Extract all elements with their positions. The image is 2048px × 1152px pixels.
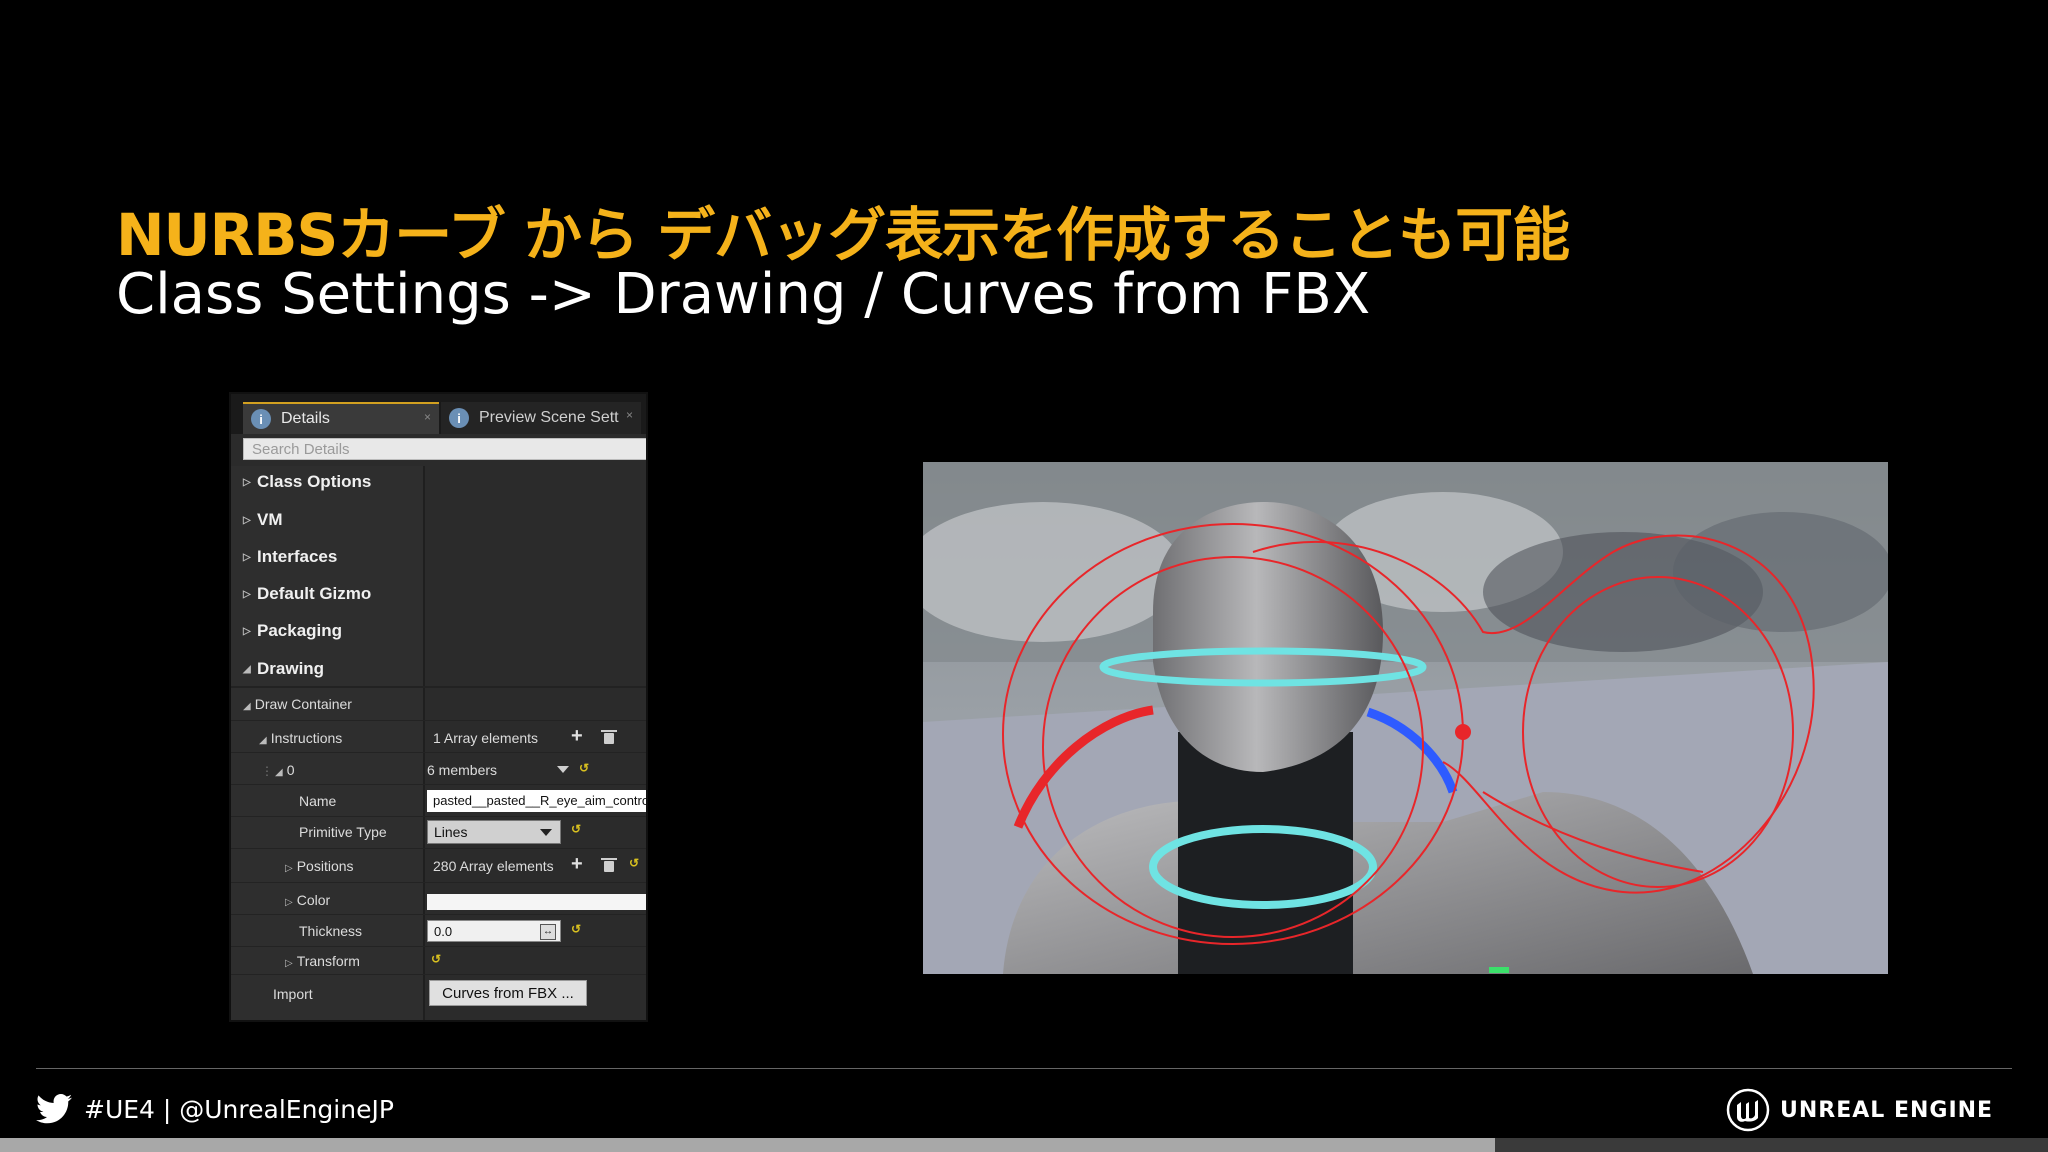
viewport-scene: [923, 462, 1888, 974]
slide-progress-bar: [0, 1138, 2048, 1152]
expand-arrow-icon: ▷: [285, 863, 293, 874]
footer-social: #UE4 | @UnrealEngineJP: [36, 1094, 394, 1124]
positions-value: 280 Array elements: [433, 858, 554, 874]
trash-icon[interactable]: [601, 858, 617, 872]
tab-close-icon[interactable]: ×: [626, 408, 633, 422]
category-vm[interactable]: ▷ VM: [243, 508, 283, 532]
category-divider: [231, 686, 646, 688]
spin-icon[interactable]: ↔: [540, 924, 556, 940]
reset-to-default-icon[interactable]: ↺: [571, 822, 581, 836]
collapse-arrow-icon: ◢: [243, 701, 251, 712]
tab-preview-label: Preview Scene Sett: [479, 409, 619, 426]
category-interfaces[interactable]: ▷ Interfaces: [243, 545, 337, 569]
twitter-icon: [36, 1094, 72, 1124]
expand-arrow-icon: ▷: [285, 958, 293, 969]
column-divider[interactable]: [423, 466, 425, 1020]
row-divider: [231, 946, 646, 947]
collapse-arrow-icon: ◢: [259, 735, 267, 746]
slide-title: NURBSカーブ から デバッグ表示を作成することも可能: [116, 201, 1570, 269]
thickness-label: Thickness: [299, 923, 363, 939]
instructions-label: Instructions: [270, 730, 343, 746]
row-divider: [231, 720, 646, 721]
color-row[interactable]: ▷ Color: [285, 890, 330, 910]
collapse-arrow-icon: ◢: [275, 767, 283, 778]
reset-to-default-icon[interactable]: ↺: [571, 922, 581, 936]
info-icon: i: [449, 408, 469, 428]
slide-subtitle: Class Settings -> Drawing / Curves from …: [116, 262, 1371, 327]
import-label: Import: [273, 986, 313, 1002]
category-class-options[interactable]: ▷ Class Options: [243, 470, 371, 494]
row-divider: [231, 848, 646, 849]
expand-arrow-icon: ▷: [243, 476, 251, 488]
element-menu-dropdown-icon[interactable]: [557, 766, 569, 773]
expand-arrow-icon: ▷: [243, 514, 251, 526]
footer-divider: [36, 1068, 2012, 1069]
thickness-input[interactable]: 0.0 ↔: [427, 920, 561, 942]
add-element-icon[interactable]: +: [571, 726, 583, 746]
reset-to-default-icon[interactable]: ↺: [431, 952, 441, 966]
element-row[interactable]: ⋮ ◢ 0: [261, 760, 295, 780]
slide-progress-fill: [0, 1138, 1496, 1152]
draw-container-row[interactable]: ◢ Draw Container: [243, 694, 352, 714]
add-element-icon[interactable]: +: [571, 854, 583, 874]
color-swatch[interactable]: [427, 894, 646, 910]
tab-bar: i Details × i Preview Scene Sett ×: [231, 394, 646, 434]
category-label: Drawing: [257, 659, 325, 678]
drag-handle-icon[interactable]: ⋮: [261, 764, 273, 778]
primitive-type-label: Primitive Type: [299, 824, 387, 840]
transform-row[interactable]: ▷ Transform: [285, 951, 360, 971]
draw-container-label: Draw Container: [254, 696, 352, 712]
collapse-arrow-icon: ◢: [243, 663, 251, 675]
curves-from-fbx-button[interactable]: Curves from FBX ...: [429, 980, 587, 1006]
tab-details-label: Details: [281, 410, 330, 427]
details-panel: i Details × i Preview Scene Sett × Searc…: [229, 392, 648, 1022]
search-input[interactable]: Search Details: [243, 438, 646, 460]
color-label: Color: [296, 892, 331, 908]
thickness-value: 0.0: [434, 924, 453, 939]
element-value: 6 members: [427, 762, 498, 778]
reset-to-default-icon[interactable]: ↺: [629, 856, 639, 870]
info-icon: i: [251, 409, 271, 429]
tab-details[interactable]: i Details ×: [243, 402, 439, 434]
category-label: Class Options: [257, 472, 372, 491]
category-packaging[interactable]: ▷ Packaging: [243, 619, 342, 643]
primitive-type-select[interactable]: Lines: [427, 820, 561, 844]
row-divider: [231, 784, 646, 785]
element-index-label: 0: [286, 762, 295, 778]
brand-wordmark: UNREAL ENGINE: [1780, 1097, 1994, 1123]
instructions-row[interactable]: ◢ Instructions: [259, 728, 342, 748]
category-label: Interfaces: [257, 547, 338, 566]
row-divider: [231, 816, 646, 817]
expand-arrow-icon: ▷: [243, 625, 251, 637]
category-label: Default Gizmo: [257, 584, 372, 603]
unreal-engine-brand: UNREAL ENGINE: [1726, 1088, 1993, 1132]
row-divider: [231, 974, 646, 975]
expand-arrow-icon: ▷: [285, 897, 293, 908]
row-divider: [231, 914, 646, 915]
tab-close-icon[interactable]: ×: [424, 410, 431, 424]
expand-arrow-icon: ▷: [243, 588, 251, 600]
social-handle: #UE4 | @UnrealEngineJP: [84, 1094, 394, 1124]
primitive-type-value: Lines: [434, 824, 468, 840]
trash-icon[interactable]: [601, 730, 617, 744]
name-field[interactable]: pasted__pasted__R_eye_aim_contro: [427, 790, 646, 812]
viewport-image: [923, 462, 1888, 974]
chevron-down-icon: [540, 829, 552, 836]
positions-label: Positions: [296, 858, 354, 874]
positions-row[interactable]: ▷ Positions: [285, 856, 354, 876]
tab-preview-scene-settings[interactable]: i Preview Scene Sett ×: [441, 402, 641, 434]
category-default-gizmo[interactable]: ▷ Default Gizmo: [243, 582, 371, 606]
reset-to-default-icon[interactable]: ↺: [579, 761, 589, 775]
row-divider: [231, 752, 646, 753]
category-drawing[interactable]: ◢ Drawing: [243, 657, 324, 681]
category-label: Packaging: [257, 621, 343, 640]
expand-arrow-icon: ▷: [243, 551, 251, 563]
transform-label: Transform: [296, 953, 360, 969]
unreal-engine-logo-icon: [1726, 1088, 1770, 1132]
instructions-value: 1 Array elements: [433, 730, 539, 746]
name-label: Name: [299, 793, 337, 809]
category-label: VM: [257, 510, 283, 529]
row-divider: [231, 882, 646, 883]
